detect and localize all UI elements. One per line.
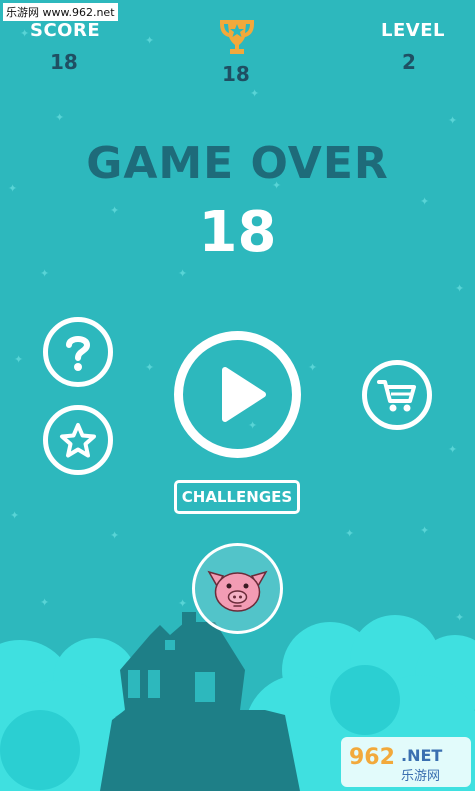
- sparkle: ✦: [145, 34, 155, 47]
- sparkle: ✦: [448, 114, 458, 127]
- sparkle: ✦: [14, 353, 24, 366]
- best-score-value: 18: [222, 62, 250, 86]
- sparkle: ✦: [345, 527, 355, 540]
- score-value: 18: [50, 50, 78, 74]
- cart-icon: [377, 380, 416, 412]
- trophy-icon: [214, 14, 260, 60]
- shop-button[interactable]: [362, 360, 432, 430]
- level-label: LEVEL: [381, 20, 445, 41]
- svg-text:.NET: .NET: [401, 746, 442, 765]
- star-icon: [60, 423, 96, 458]
- final-score: 18: [198, 200, 277, 265]
- sparkle: ✦: [10, 509, 20, 522]
- svg-text:乐游网: 乐游网: [401, 769, 440, 784]
- play-button[interactable]: [174, 331, 301, 458]
- help-button[interactable]: [43, 317, 113, 387]
- svg-text:962: 962: [349, 745, 395, 770]
- sparkle: ✦: [110, 529, 120, 542]
- sparkle: ✦: [40, 267, 50, 280]
- sparkle: ✦: [308, 361, 318, 374]
- sparkle: ✦: [145, 361, 155, 374]
- challenges-button[interactable]: CHALLENGES: [174, 480, 300, 514]
- pig-icon: [207, 570, 268, 612]
- sparkle: ✦: [448, 443, 458, 456]
- sparkle: ✦: [420, 524, 430, 537]
- character-select-button[interactable]: [192, 543, 283, 634]
- watermark-label: 乐游网 www.962.net: [3, 3, 118, 21]
- rate-button[interactable]: [43, 405, 113, 475]
- game-over-title: GAME OVER: [86, 138, 389, 189]
- sparkle: ✦: [250, 87, 260, 100]
- watermark-logo: 962 .NET 乐游网: [341, 737, 471, 787]
- play-icon: [222, 367, 266, 422]
- sparkle: ✦: [55, 111, 65, 124]
- sparkle: ✦: [178, 267, 188, 280]
- sparkle: ✦: [455, 282, 465, 295]
- score-label: SCORE: [30, 20, 101, 41]
- question-icon: [66, 336, 91, 371]
- level-value: 2: [402, 50, 416, 74]
- sparkle: ✦: [20, 27, 30, 40]
